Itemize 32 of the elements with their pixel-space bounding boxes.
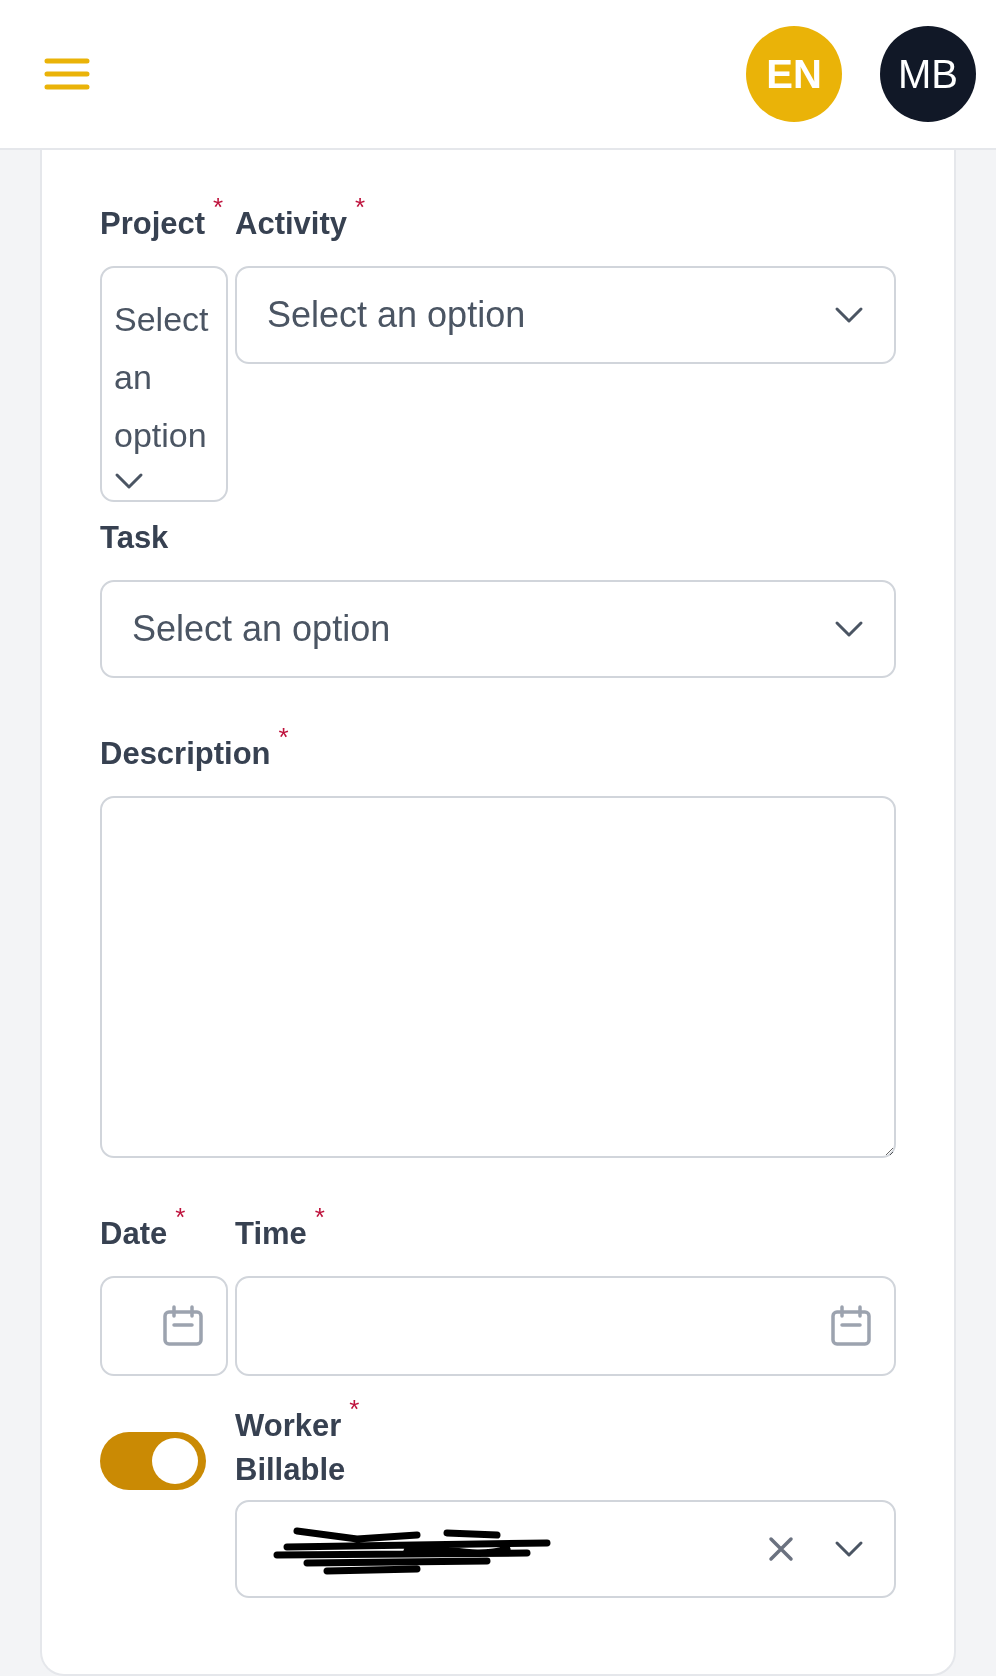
field-label: Description (100, 735, 271, 773)
field-label: Date (100, 1215, 168, 1253)
field-label: Task (100, 519, 169, 557)
task-select[interactable]: Select an option (100, 580, 896, 678)
field-label: Worker (235, 1407, 342, 1445)
clear-icon[interactable] (768, 1536, 794, 1562)
field-label: Time (235, 1215, 307, 1253)
user-avatar[interactable]: MB (880, 26, 976, 122)
project-select[interactable]: Select an option (100, 266, 228, 502)
activity-select[interactable]: Select an option (235, 266, 896, 364)
chevron-down-icon (834, 306, 864, 324)
required-asterisk: * (355, 192, 366, 223)
field-label: Activity (235, 205, 347, 243)
required-asterisk: * (175, 1202, 186, 1233)
toggle-label: Billable (235, 1451, 346, 1489)
chevron-down-icon (114, 472, 144, 490)
required-asterisk: * (278, 722, 289, 753)
chevron-down-icon (834, 620, 864, 638)
time-field[interactable] (235, 1276, 896, 1376)
required-asterisk: * (314, 1202, 325, 1233)
date-field[interactable] (100, 1276, 228, 1376)
field-label: Project (100, 205, 206, 243)
billable-toggle[interactable] (100, 1432, 206, 1490)
description-field[interactable] (100, 796, 896, 1158)
menu-icon[interactable] (44, 58, 90, 90)
select-placeholder: Select an option (114, 299, 210, 456)
chevron-down-icon (834, 1540, 864, 1558)
calendar-icon (830, 1305, 872, 1347)
required-asterisk: * (213, 192, 224, 223)
required-asterisk: * (349, 1394, 360, 1425)
worker-select[interactable] (235, 1500, 896, 1598)
calendar-icon (162, 1305, 204, 1347)
